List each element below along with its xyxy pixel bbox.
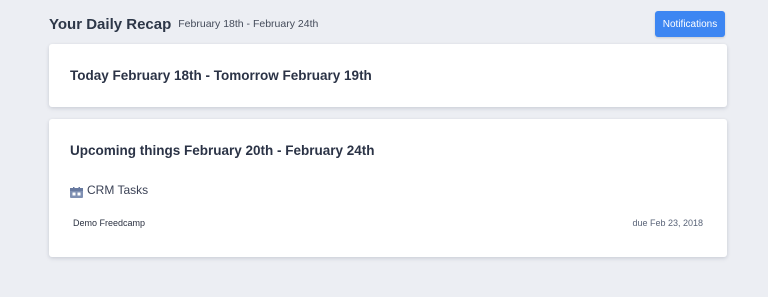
- date-range: February 18th - February 24th: [178, 18, 319, 30]
- today-title: Today February 18th - Tomorrow February …: [70, 68, 372, 83]
- page-title: Your Daily Recap: [49, 15, 172, 33]
- task-due-date: due Feb 23, 2018: [632, 218, 703, 228]
- today-card: Today February 18th - Tomorrow February …: [49, 44, 727, 107]
- crm-tasks-section-header: CRM Tasks: [70, 183, 149, 198]
- crm-tasks-label: CRM Tasks: [87, 183, 149, 197]
- upcoming-card: Upcoming things February 20th - February…: [49, 119, 727, 257]
- upcoming-title: Upcoming things February 20th - February…: [70, 143, 375, 158]
- header: Your Daily Recap February 18th - Februar…: [49, 10, 725, 38]
- crm-tasks-icon: [70, 185, 83, 198]
- task-row[interactable]: Demo Freedcamp due Feb 23, 2018: [73, 218, 703, 228]
- daily-recap-page: Your Daily Recap February 18th - Februar…: [0, 0, 768, 297]
- notifications-button[interactable]: Notifications: [655, 11, 725, 37]
- task-name[interactable]: Demo Freedcamp: [73, 218, 145, 228]
